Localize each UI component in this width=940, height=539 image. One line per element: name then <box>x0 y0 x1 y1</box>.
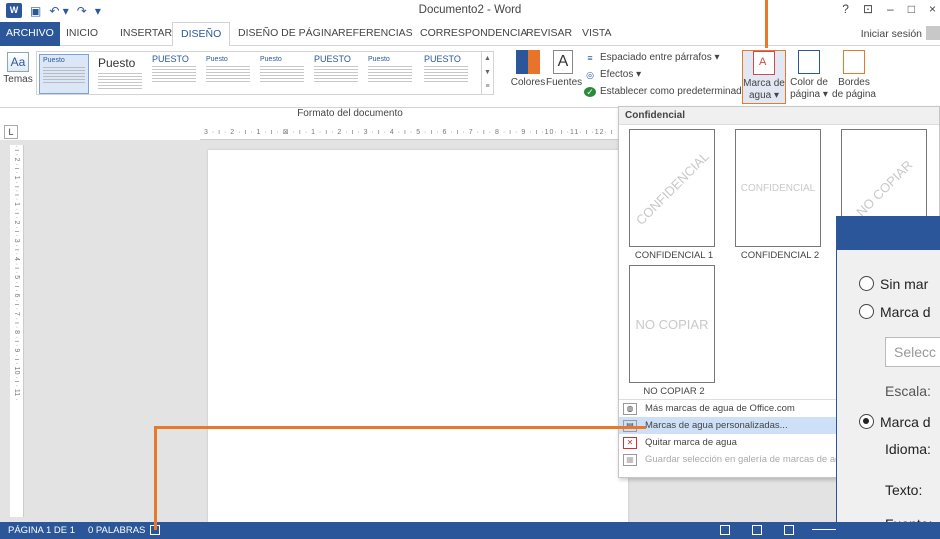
effects-icon: ◎ <box>586 69 594 80</box>
document-page[interactable] <box>208 150 628 522</box>
help-icon[interactable]: ? <box>842 2 849 16</box>
horizontal-ruler[interactable]: 3 · ı · 2 · ı · 1 · ı · ⊠ · ı · 1 · ı · … <box>200 126 620 140</box>
ribbon-group-label: Formato del documento <box>297 108 403 119</box>
watermark-caption: CONFIDENCIAL 2 <box>740 250 820 261</box>
fonts-icon: A <box>553 50 573 74</box>
page-color-icon <box>798 50 820 74</box>
style-set-item[interactable]: PUESTO <box>421 54 471 94</box>
text-label: Texto: <box>885 482 923 498</box>
tab-vista[interactable]: VISTA <box>582 27 612 39</box>
window-title: Documento2 - Word <box>418 4 522 16</box>
set-default-button[interactable]: ✓ Establecer como predeterminada <box>584 83 747 100</box>
watermark-option-confidencial-2[interactable]: CONFIDENCIAL <box>735 129 821 247</box>
paragraph-spacing-button[interactable]: ≡ Espaciado entre párrafos ▾ <box>584 49 747 66</box>
page-color-button[interactable]: Color de página ▾ <box>788 50 830 101</box>
save-gallery-icon: ▦ <box>623 453 637 466</box>
avatar[interactable] <box>926 26 940 40</box>
minimize-icon[interactable]: – <box>887 2 894 16</box>
status-bar: PÁGINA 1 DE 1 0 PALABRAS <box>0 522 940 539</box>
style-set-item[interactable]: Puesto <box>95 54 145 94</box>
dialog-title-bar <box>837 216 940 250</box>
tab-revisar[interactable]: REVISAR <box>526 27 572 39</box>
page-borders-icon <box>843 50 865 74</box>
vertical-ruler[interactable]: · ı · 2 · ı · 1 · ı · ı · 1 · ı · 2 · ı … <box>10 145 24 517</box>
tab-archivo[interactable]: ARCHIVO <box>0 22 60 46</box>
zoom-slider[interactable] <box>812 529 836 530</box>
picture-watermark-radio[interactable]: Marca d <box>859 304 931 320</box>
office-watermark-icon: ◍ <box>623 402 637 415</box>
watermark-caption: NO COPIAR 2 <box>643 386 705 397</box>
text-watermark-radio[interactable]: Marca d <box>859 414 931 430</box>
tab-insertar[interactable]: INSERTAR <box>120 27 172 39</box>
watermark-button[interactable]: Marca de agua ▾ <box>742 50 786 104</box>
themes-button[interactable]: Aa Temas <box>2 52 34 102</box>
fonts-label: Fuentes <box>546 77 583 88</box>
remove-watermark-icon: ✕ <box>623 436 637 449</box>
style-set-item[interactable]: PUESTO <box>311 54 361 94</box>
checkmark-icon: ✓ <box>584 86 596 97</box>
ribbon-display-icon[interactable]: ⊡ <box>863 2 873 16</box>
style-set-gallery: Puesto Puesto PUESTO Puesto Puesto PUEST… <box>36 51 494 95</box>
colors-button[interactable]: Colores <box>508 50 548 88</box>
callout-line <box>154 426 157 530</box>
style-set-item[interactable]: Puesto <box>203 54 253 94</box>
page-borders-button[interactable]: Bordes de página <box>832 50 876 101</box>
paragraph-spacing-icon: ≡ <box>587 52 593 63</box>
tab-referencias[interactable]: REFERENCIAS <box>338 27 413 39</box>
watermark-caption: CONFIDENCIAL 1 <box>634 250 714 261</box>
no-watermark-radio[interactable]: Sin mar <box>859 276 928 292</box>
tab-diseno-de-pagina[interactable]: DISEÑO DE PÁGINA <box>238 27 338 39</box>
page-count[interactable]: PÁGINA 1 DE 1 <box>8 525 75 536</box>
select-picture-button[interactable]: Selecc <box>885 337 940 367</box>
radio-icon <box>859 304 874 319</box>
window-controls: ? ⊡ – □ × <box>842 2 940 16</box>
print-layout-icon[interactable] <box>752 525 762 535</box>
tab-diseno[interactable]: DISEÑO <box>172 22 231 47</box>
read-mode-icon[interactable] <box>720 525 730 535</box>
effects-button[interactable]: ◎ Efectos ▾ <box>584 66 747 83</box>
ribbon-design: Aa Temas Puesto Puesto PUESTO Puesto Pue… <box>0 46 940 108</box>
callout-line <box>154 426 646 429</box>
printed-watermark-dialog: Sin mar Marca d Selecc Escala: Marca d I… <box>836 216 940 539</box>
fonts-button[interactable]: A Fuentes <box>546 50 583 88</box>
watermark-icon <box>753 51 775 75</box>
colors-label: Colores <box>510 77 546 88</box>
format-options: ≡ Espaciado entre párrafos ▾ ◎ Efectos ▾ ✓… <box>584 49 747 100</box>
watermark-option-no-copiar-2[interactable]: NO COPIAR <box>629 265 715 383</box>
web-layout-icon[interactable] <box>784 525 794 535</box>
close-icon[interactable]: × <box>929 2 936 16</box>
tab-selector[interactable]: L <box>4 125 18 139</box>
gallery-scroll[interactable]: ▲ ▼ ≡ <box>481 52 493 94</box>
word-count[interactable]: 0 PALABRAS <box>88 525 145 536</box>
language-label: Idioma: <box>885 441 931 457</box>
style-set-item[interactable]: PUESTO <box>149 54 199 94</box>
title-bar: W ▣ ↶ ▾ ↷ ▾ Documento2 - Word ? ⊡ – □ × <box>0 0 940 22</box>
sign-in-link[interactable]: Iniciar sesión <box>861 28 922 40</box>
colors-icon <box>516 50 540 74</box>
style-set-item[interactable]: Puesto <box>365 54 415 94</box>
ribbon-tabs: ARCHIVO INICIO INSERTAR DISEÑO DISEÑO DE… <box>0 22 940 47</box>
themes-icon: Aa <box>7 52 29 72</box>
radio-icon <box>859 276 874 291</box>
tab-correspondencia[interactable]: CORRESPONDENCIA <box>420 27 527 39</box>
style-set-item[interactable]: Puesto <box>257 54 307 94</box>
scale-label: Escala: <box>885 383 931 399</box>
style-set-item[interactable]: Puesto <box>39 54 89 94</box>
callout-line <box>765 0 768 48</box>
radio-selected-icon <box>859 414 874 429</box>
watermark-option-confidencial-1[interactable]: CONFIDENCIAL <box>629 129 715 247</box>
maximize-icon[interactable]: □ <box>908 2 915 16</box>
themes-label: Temas <box>3 74 33 85</box>
tab-inicio[interactable]: INICIO <box>66 27 98 39</box>
dropdown-section-header: Confidencial <box>619 107 939 125</box>
